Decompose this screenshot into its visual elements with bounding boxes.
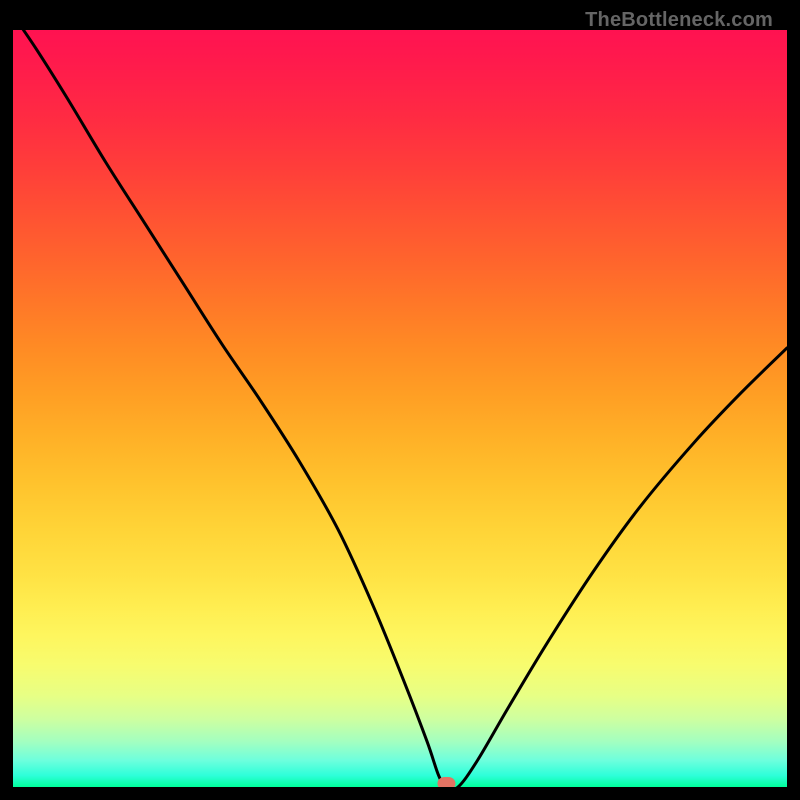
optimal-marker <box>437 777 455 787</box>
bottleneck-chart <box>13 13 787 787</box>
watermark-text: TheBottleneck.com <box>585 9 773 32</box>
chart-frame: TheBottleneck.com <box>13 13 787 787</box>
